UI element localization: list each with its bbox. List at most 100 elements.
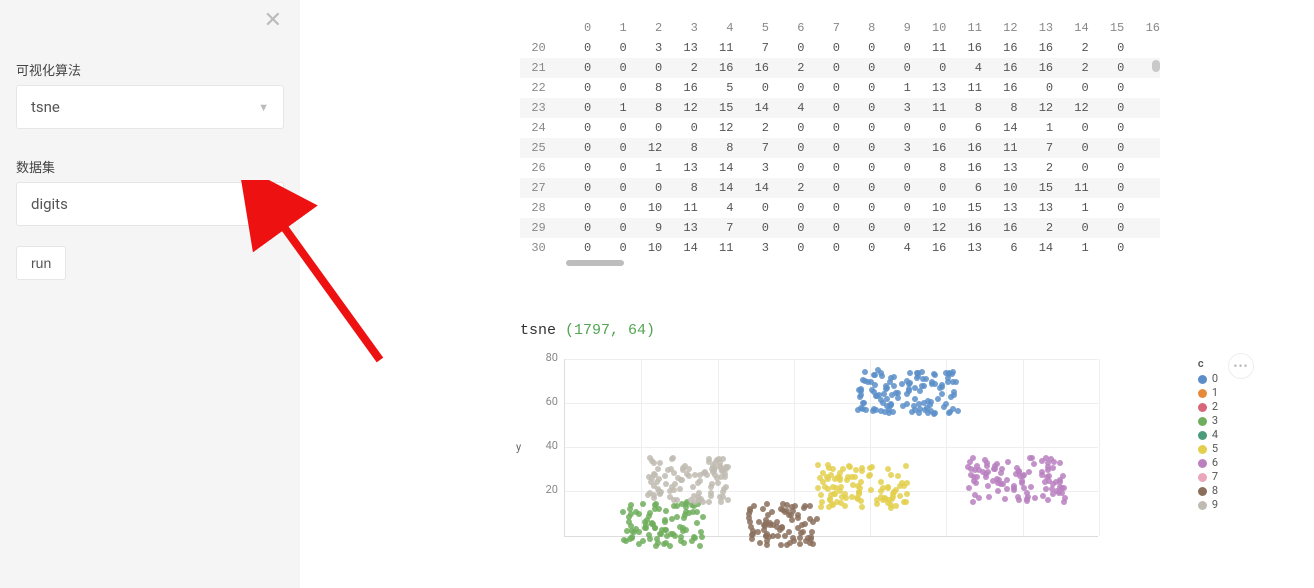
data-point bbox=[1016, 497, 1022, 503]
cell: 9 bbox=[627, 218, 663, 238]
data-point bbox=[862, 378, 868, 384]
legend-item[interactable]: 7 bbox=[1198, 470, 1218, 484]
row-index: 27 bbox=[520, 178, 556, 198]
cell bbox=[1124, 158, 1160, 178]
row-index: 24 bbox=[520, 118, 556, 138]
data-point bbox=[906, 386, 912, 392]
data-point bbox=[970, 499, 976, 505]
data-point bbox=[795, 515, 801, 521]
data-point bbox=[691, 493, 697, 499]
data-point bbox=[943, 401, 949, 407]
cell: 0 bbox=[733, 218, 769, 238]
data-point bbox=[657, 460, 663, 466]
legend-item[interactable]: 9 bbox=[1198, 498, 1218, 512]
legend-item[interactable]: 5 bbox=[1198, 442, 1218, 456]
data-point bbox=[1011, 485, 1017, 491]
legend-item[interactable]: 1 bbox=[1198, 386, 1218, 400]
label-algorithm: 可视化算法 bbox=[16, 60, 284, 79]
legend-item[interactable]: 6 bbox=[1198, 456, 1218, 470]
data-point bbox=[995, 488, 1001, 494]
data-point bbox=[672, 481, 678, 487]
data-point bbox=[694, 509, 700, 515]
cell bbox=[1124, 198, 1160, 218]
col-header: 10 bbox=[911, 18, 947, 38]
cell: 0 bbox=[1089, 198, 1125, 218]
data-point bbox=[946, 410, 952, 416]
legend-item[interactable]: 2 bbox=[1198, 400, 1218, 414]
data-point bbox=[946, 371, 952, 377]
cell: 11 bbox=[698, 238, 734, 258]
col-header: 12 bbox=[982, 18, 1018, 38]
cell: 0 bbox=[875, 38, 910, 58]
legend-swatch bbox=[1198, 501, 1207, 510]
cell: 0 bbox=[591, 38, 626, 58]
cell: 0 bbox=[769, 78, 804, 98]
cell: 16 bbox=[982, 38, 1018, 58]
cell: 0 bbox=[804, 98, 839, 118]
cell: 6 bbox=[946, 118, 982, 138]
data-point bbox=[929, 379, 935, 385]
data-point bbox=[810, 541, 816, 547]
col-header: 15 bbox=[1089, 18, 1125, 38]
legend-swatch bbox=[1198, 389, 1207, 398]
data-point bbox=[832, 491, 838, 497]
col-header: 3 bbox=[662, 18, 698, 38]
chart-menu-icon[interactable]: ••• bbox=[1228, 353, 1254, 379]
col-header: 8 bbox=[840, 18, 875, 38]
close-icon[interactable]: ✕ bbox=[264, 10, 282, 32]
cell bbox=[1124, 38, 1160, 58]
col-header: 14 bbox=[1053, 18, 1089, 38]
cell: 4 bbox=[946, 58, 982, 78]
data-point bbox=[1043, 486, 1049, 492]
cell: 8 bbox=[911, 158, 947, 178]
cell: 2 bbox=[1053, 58, 1089, 78]
select-dataset[interactable]: digits ▼ bbox=[16, 182, 284, 226]
cell: 0 bbox=[840, 178, 875, 198]
data-point bbox=[674, 497, 680, 503]
table-row: 200031311700001116161620 bbox=[520, 38, 1160, 58]
data-point bbox=[755, 529, 761, 535]
cell: 3 bbox=[875, 98, 910, 118]
data-point bbox=[869, 464, 875, 470]
table-row: 2900913700000121616200 bbox=[520, 218, 1160, 238]
data-point bbox=[712, 472, 718, 478]
data-point bbox=[1050, 491, 1056, 497]
cell: 0 bbox=[769, 198, 804, 218]
data-point bbox=[922, 407, 928, 413]
cell: 0 bbox=[769, 138, 804, 158]
cell: 13 bbox=[982, 158, 1018, 178]
data-point bbox=[761, 527, 767, 533]
row-index: 29 bbox=[520, 218, 556, 238]
data-point bbox=[1045, 497, 1051, 503]
col-header: 5 bbox=[733, 18, 769, 38]
cell: 0 bbox=[591, 178, 626, 198]
cell: 10 bbox=[627, 198, 663, 218]
cell: 0 bbox=[556, 118, 591, 138]
legend: c 0123456789 bbox=[1198, 357, 1218, 512]
legend-title: c bbox=[1198, 357, 1218, 370]
cell: 8 bbox=[946, 98, 982, 118]
legend-swatch bbox=[1198, 431, 1207, 440]
legend-item[interactable]: 4 bbox=[1198, 428, 1218, 442]
scrollbar-vertical[interactable] bbox=[1152, 60, 1160, 72]
select-algorithm[interactable]: tsne ▼ bbox=[16, 85, 284, 129]
legend-label: 7 bbox=[1212, 470, 1218, 484]
cell: 16 bbox=[982, 218, 1018, 238]
legend-item[interactable]: 8 bbox=[1198, 484, 1218, 498]
legend-item[interactable]: 0 bbox=[1198, 372, 1218, 386]
cell: 0 bbox=[769, 118, 804, 138]
cell: 8 bbox=[698, 138, 734, 158]
data-point bbox=[935, 396, 941, 402]
chevron-down-icon: ▼ bbox=[258, 198, 269, 211]
data-point bbox=[760, 506, 766, 512]
legend-item[interactable]: 3 bbox=[1198, 414, 1218, 428]
data-point bbox=[697, 472, 703, 478]
table-row: 300010141130004161361410 bbox=[520, 238, 1160, 258]
legend-label: 2 bbox=[1212, 400, 1218, 414]
scrollbar-horizontal[interactable] bbox=[520, 260, 1160, 268]
col-header: 11 bbox=[946, 18, 982, 38]
data-point bbox=[884, 385, 890, 391]
run-button[interactable]: run bbox=[16, 246, 66, 280]
data-point bbox=[904, 491, 910, 497]
data-point bbox=[671, 487, 677, 493]
